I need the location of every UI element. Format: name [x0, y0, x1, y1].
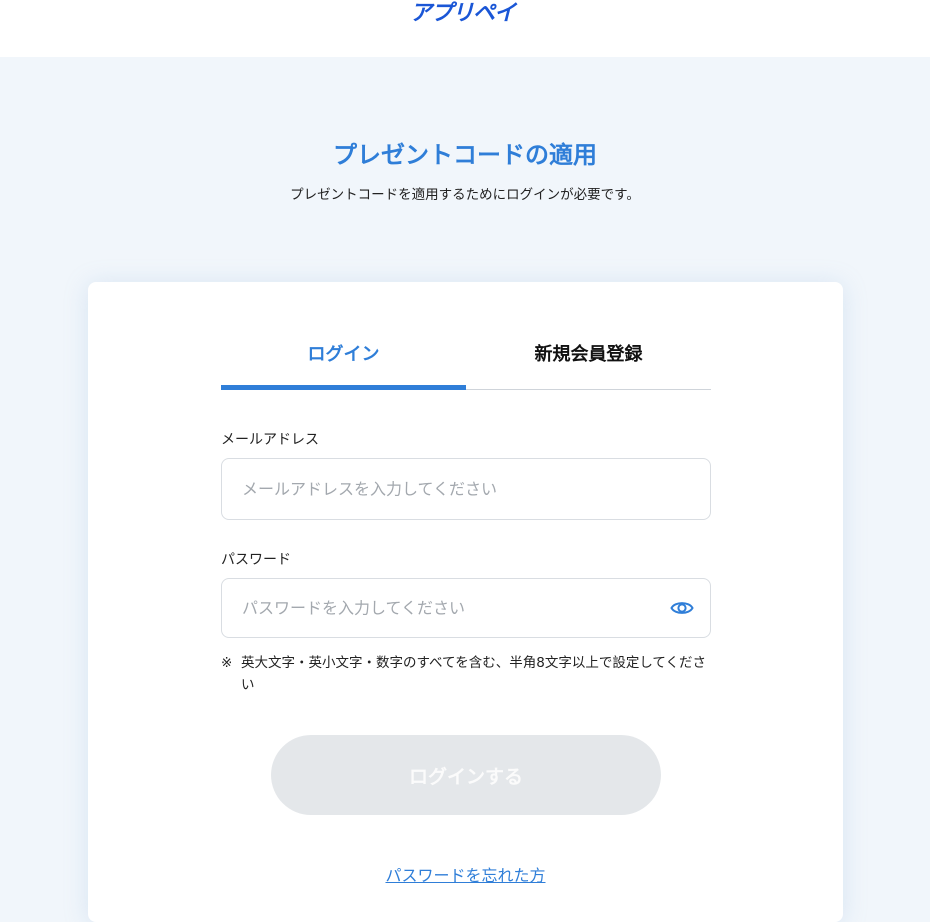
email-field-box[interactable] — [221, 458, 711, 520]
app-logo[interactable]: アプリペイ — [410, 0, 525, 30]
tab-login[interactable]: ログイン — [221, 340, 466, 390]
header: アプリペイ — [0, 0, 930, 57]
password-field-box[interactable] — [221, 578, 711, 638]
note-mark: ※ — [221, 655, 233, 671]
email-label: メールアドレス — [221, 432, 319, 448]
eye-icon[interactable] — [670, 599, 694, 617]
tab-register[interactable]: 新規会員登録 — [466, 340, 711, 390]
page-subtitle: プレゼントコードを適用するためにログインが必要です。 — [290, 187, 640, 203]
password-label: パスワード — [221, 552, 291, 568]
password-field[interactable] — [242, 598, 662, 618]
auth-tabs: ログイン 新規会員登録 — [221, 340, 711, 390]
forgot-password-link[interactable]: パスワードを忘れた方 — [88, 862, 843, 886]
note-text: 英大文字・英小文字・数字のすべてを含む、半角8文字以上で設定してください — [241, 655, 707, 693]
login-submit-button[interactable]: ログインする — [271, 735, 661, 815]
login-card: ログイン 新規会員登録 メールアドレス パスワード ※ 英大文字・英小文字・数字… — [88, 282, 843, 922]
page-title: プレゼントコードの適用 — [333, 141, 597, 169]
email-field[interactable] — [242, 479, 662, 499]
